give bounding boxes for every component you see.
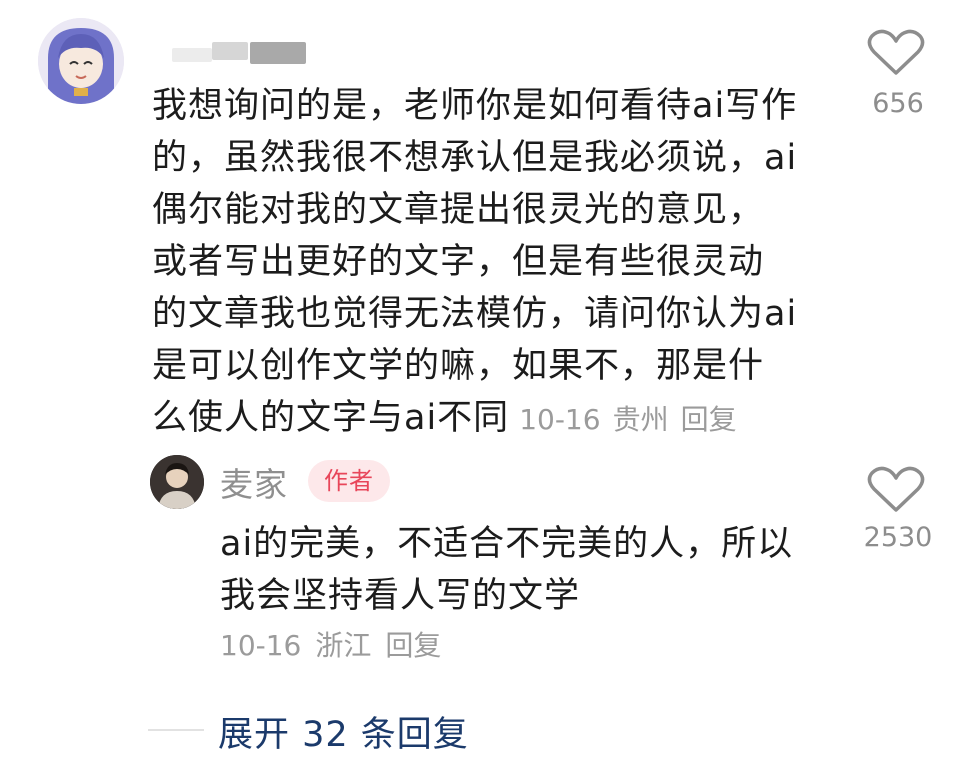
comment-reply-button[interactable]: 回复: [681, 403, 737, 436]
reply-meta: 10-16 浙江 回复: [220, 624, 455, 664]
reply-body: ai的完美，不适合不完美的人，所以 我会坚持看人写的文学: [220, 518, 840, 622]
comment-line: 我想询问的是，老师你是如何看待ai写作: [152, 86, 798, 126]
comment-meta: 10-16 贵州 回复: [519, 403, 748, 436]
expand-replies-link[interactable]: 展开 32 条回复: [218, 706, 469, 757]
comment-like-count: 656: [872, 88, 924, 119]
reply-date: 10-16: [220, 629, 302, 662]
comment-line: 偶尔能对我的文章提出很灵光的意见，: [152, 190, 765, 230]
comment-line: 的，虽然我很不想承认但是我必须说，ai: [152, 138, 798, 178]
reply-line: ai的完美，不适合不完美的人，所以: [220, 524, 794, 564]
comment-like-button[interactable]: [866, 28, 926, 78]
reply-reply-button[interactable]: 回复: [385, 629, 441, 662]
comment-line: 的文章我也觉得无法模仿，请问你认为ai: [152, 294, 798, 334]
comment-date: 10-16: [519, 403, 601, 436]
commenter-username-redacted: [172, 40, 312, 64]
reply-author-name[interactable]: 麦家: [220, 458, 288, 506]
heart-outline-icon: [867, 466, 925, 512]
comment-body: 我想询问的是，老师你是如何看待ai写作 的，虽然我很不想承认但是我必须说，ai …: [152, 80, 832, 446]
comment-location: 贵州: [612, 403, 669, 436]
comment-line: 么使人的文字与ai不同: [152, 398, 510, 438]
comment-line: 或者写出更好的文字，但是有些很灵动: [152, 242, 765, 282]
reply-author-avatar[interactable]: [150, 455, 204, 509]
commenter-avatar[interactable]: [38, 18, 124, 104]
reply-like-button[interactable]: [866, 465, 926, 515]
comment-line: 是可以创作文学的嘛，如果不，那是什: [152, 346, 765, 386]
reply-like-count: 2530: [863, 522, 933, 553]
comment-last-line: 么使人的文字与ai不同 10-16 贵州 回复: [152, 392, 832, 446]
author-badge: 作者: [308, 460, 390, 502]
expand-divider: [148, 729, 204, 731]
heart-outline-icon: [867, 29, 925, 75]
reply-location: 浙江: [315, 629, 372, 662]
reply-line: 我会坚持看人写的文学: [220, 576, 581, 616]
